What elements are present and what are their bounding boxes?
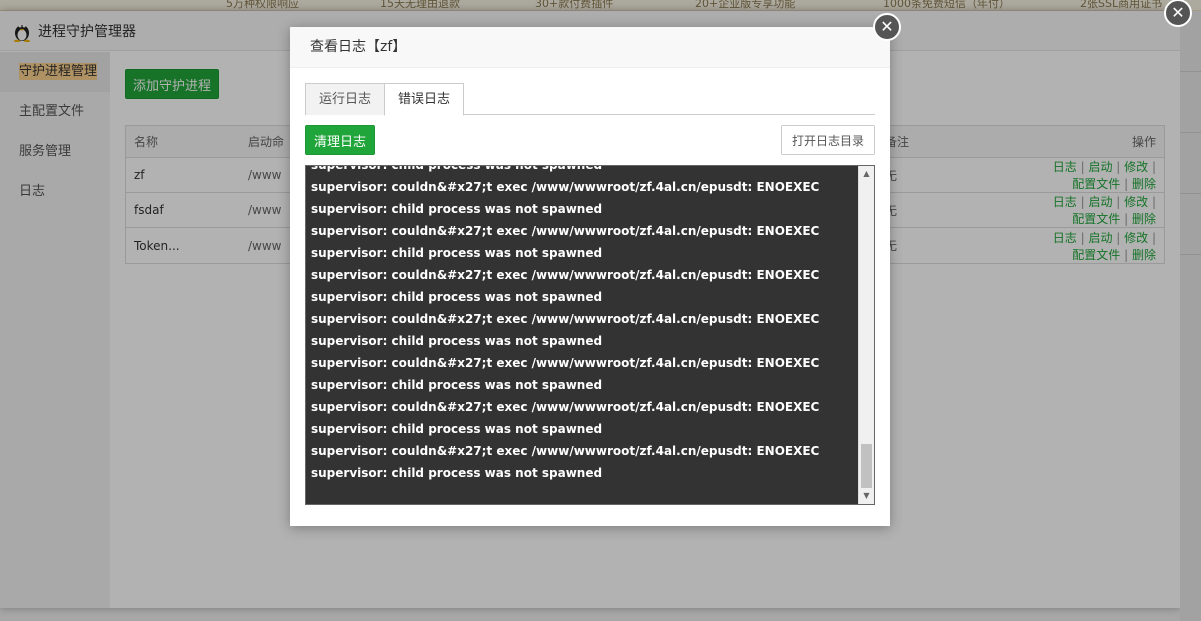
dialog-close-icon[interactable]: ✕ [873, 13, 901, 41]
log-line: supervisor: child process was not spawne… [311, 165, 603, 172]
log-line: supervisor: couldn&#x27;t exec /www/wwwr… [311, 268, 820, 282]
log-line: supervisor: child process was not spawne… [311, 466, 603, 480]
scroll-down-icon[interactable]: ▼ [859, 488, 874, 504]
log-lines: supervisor: child process was not spawne… [311, 165, 856, 484]
log-output[interactable]: supervisor: child process was not spawne… [305, 165, 875, 505]
log-line: supervisor: child process was not spawne… [311, 246, 603, 260]
dialog-title: 查看日志【zf】 [290, 27, 890, 68]
log-line: supervisor: child process was not spawne… [311, 422, 603, 436]
window-close-icon[interactable]: ✕ [1164, 0, 1192, 27]
log-line: supervisor: couldn&#x27;t exec /www/wwwr… [311, 444, 820, 458]
scroll-thumb[interactable] [861, 444, 872, 488]
log-line: supervisor: child process was not spawne… [311, 290, 603, 304]
log-line: supervisor: couldn&#x27;t exec /www/wwwr… [311, 180, 820, 194]
log-line: supervisor: couldn&#x27;t exec /www/wwwr… [311, 356, 820, 370]
log-tabs: 运行日志 错误日志 [305, 83, 875, 116]
tab-error-log[interactable]: 错误日志 [384, 83, 464, 116]
log-line: supervisor: couldn&#x27;t exec /www/wwwr… [311, 312, 820, 326]
log-dialog: 查看日志【zf】 运行日志 错误日志 清理日志 打开日志目录 superviso… [290, 27, 890, 526]
clear-log-button[interactable]: 清理日志 [305, 125, 375, 155]
log-scrollbar[interactable]: ▲ ▼ [858, 166, 874, 504]
scroll-up-icon[interactable]: ▲ [859, 166, 874, 182]
log-line: supervisor: couldn&#x27;t exec /www/wwwr… [311, 400, 820, 414]
log-line: supervisor: child process was not spawne… [311, 334, 603, 348]
log-line: supervisor: child process was not spawne… [311, 202, 603, 216]
log-line: supervisor: couldn&#x27;t exec /www/wwwr… [311, 224, 820, 238]
tab-run-log[interactable]: 运行日志 [305, 83, 385, 115]
log-line: supervisor: child process was not spawne… [311, 378, 603, 392]
open-log-dir-button[interactable]: 打开日志目录 [781, 125, 875, 155]
